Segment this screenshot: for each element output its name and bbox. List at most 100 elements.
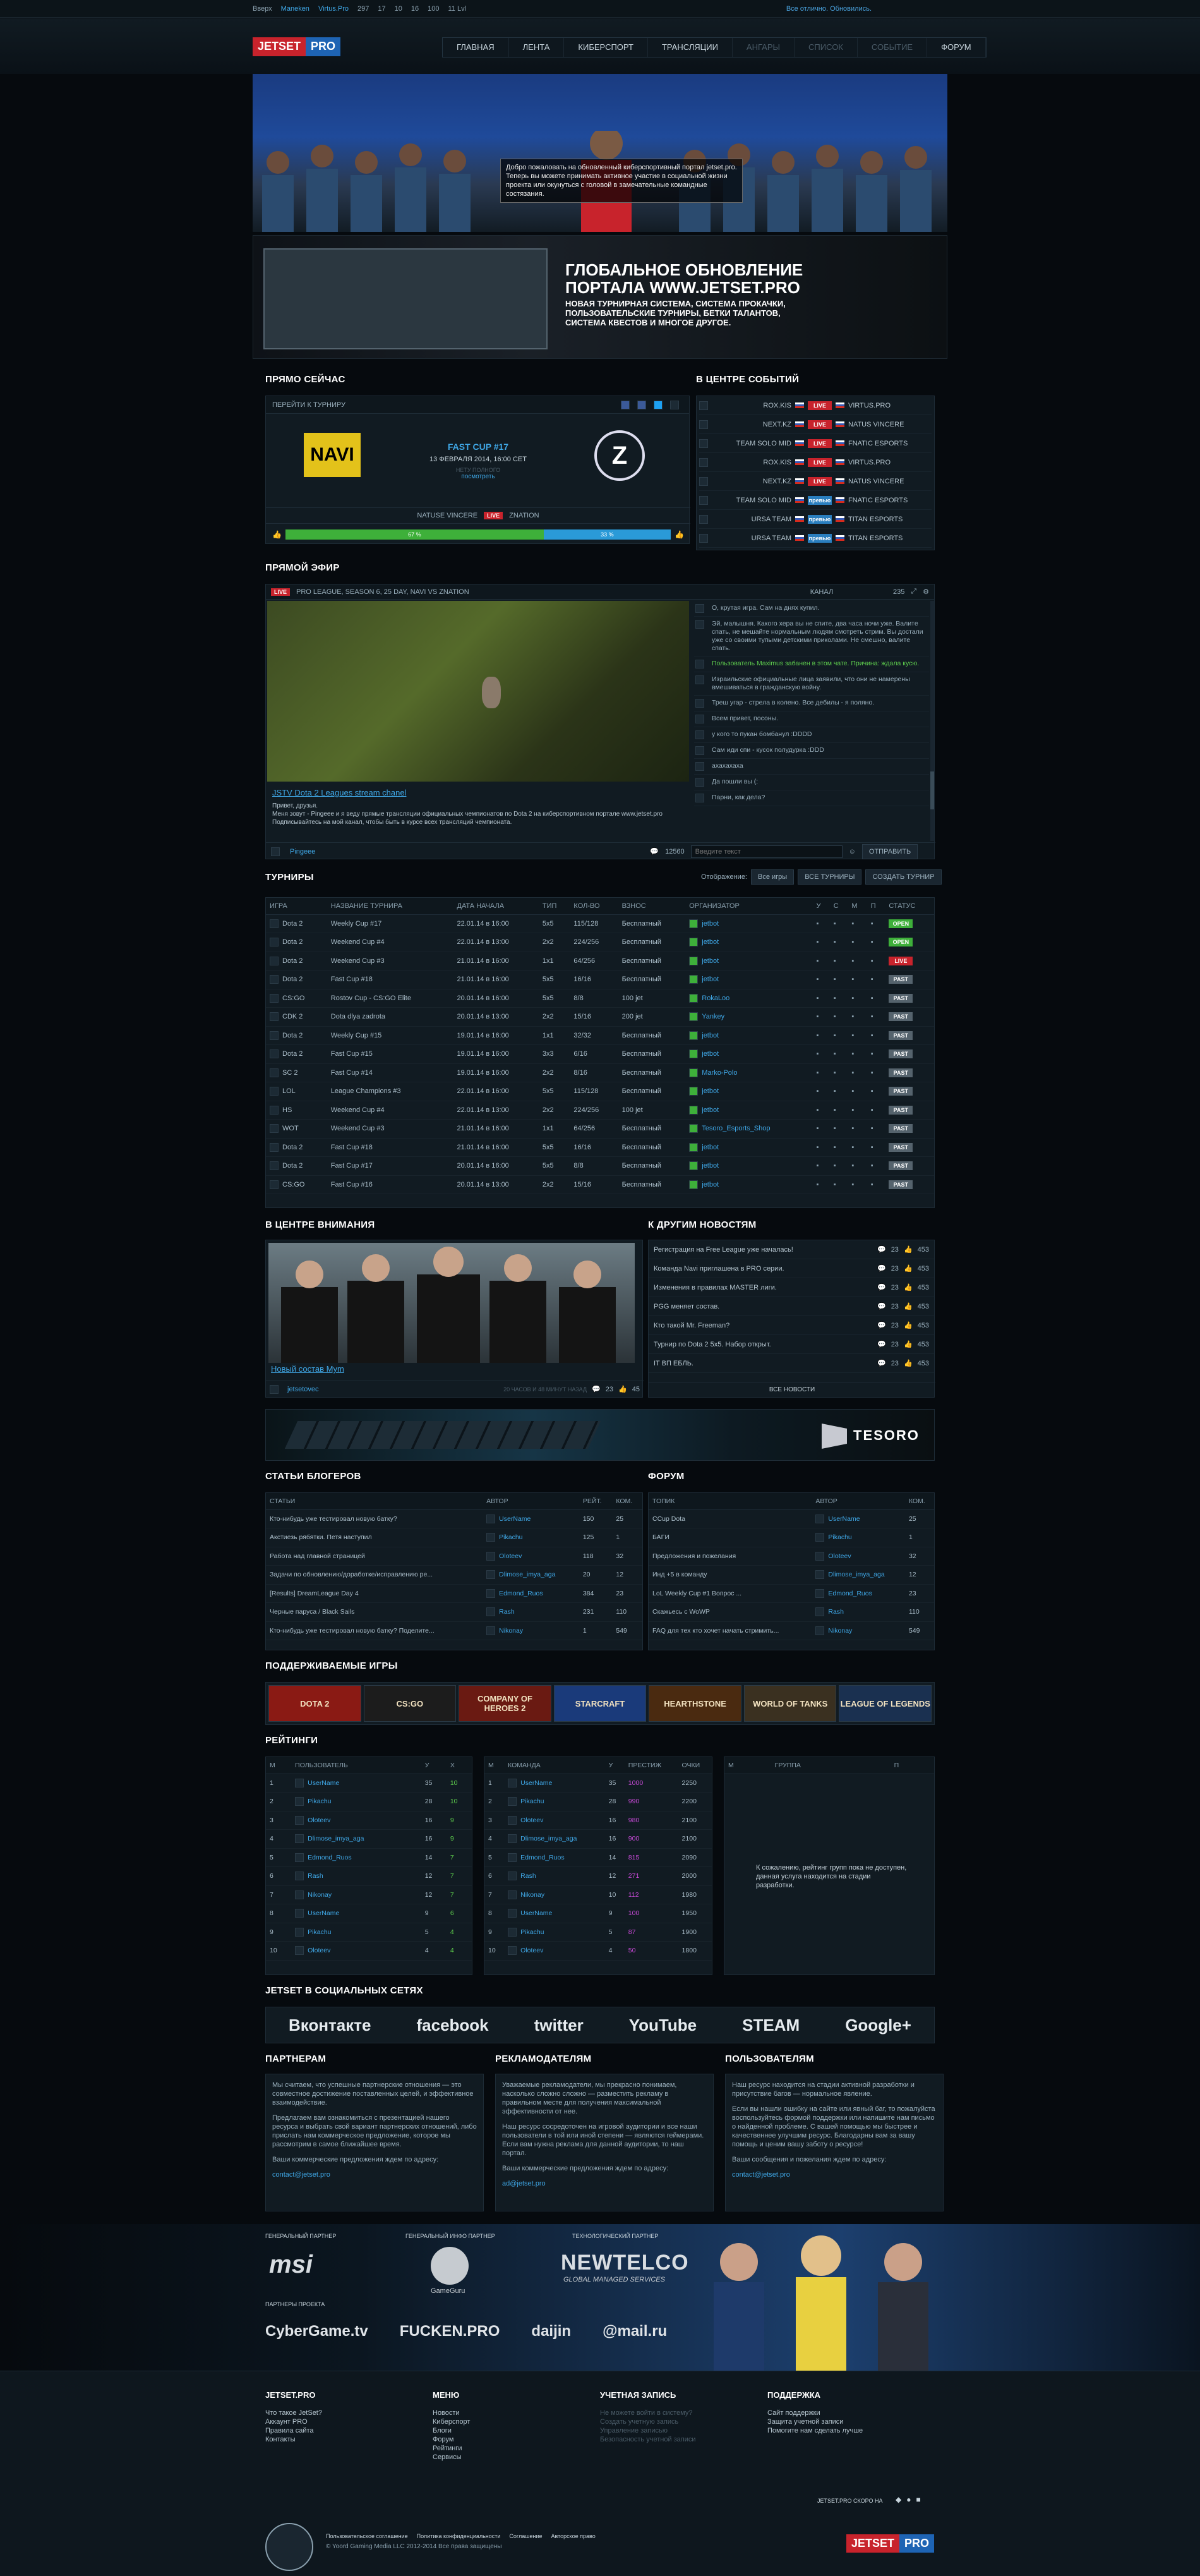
col-header[interactable]: ТОПИК (649, 1493, 812, 1510)
share-other-icon[interactable] (670, 400, 679, 409)
news-title[interactable]: IT ВП ЕБЛЬ. (654, 1360, 872, 1367)
ad-banner[interactable]: TESORO (265, 1409, 935, 1461)
tournament-name[interactable]: Weekly Cup #17 (327, 914, 453, 933)
col-header[interactable]: У (604, 1757, 625, 1774)
tournament-name[interactable]: Rostov Cup - CS:GO Elite (327, 989, 453, 1008)
tournament-row[interactable]: CS:GO Fast Cup #16 20.01.14 в 13:00 2x2 15/1… (266, 1175, 934, 1194)
cell-value[interactable]: Pikachu (499, 1533, 522, 1541)
game-tile[interactable]: WORLD OF TANKS (743, 1685, 837, 1722)
game-tile[interactable]: DOTA 2 (268, 1685, 361, 1722)
vote-right-icon[interactable]: 👍 (675, 530, 684, 539)
grid-icon[interactable]: ▪ (834, 938, 836, 946)
close-icon[interactable]: ▪ (851, 938, 854, 946)
info-email-link[interactable]: contact@jetset.pro (732, 2171, 790, 2179)
tournament-row[interactable]: Dota 2 Fast Cup #17 20.01.14 в 16:00 5x5 8/8… (266, 1156, 934, 1176)
square-icon[interactable]: ▪ (871, 995, 873, 1002)
grid-icon[interactable]: ▪ (834, 1125, 836, 1132)
cup-name[interactable]: FAST CUP #17 (266, 442, 690, 452)
table-row[interactable]: Задачи по обновлению/доработке/исправлен… (266, 1565, 642, 1585)
grid-icon[interactable]: ▪ (834, 995, 836, 1002)
game-tile[interactable]: STARCRAFT (553, 1685, 647, 1722)
tournament-col-header[interactable]: ТИП (538, 898, 570, 915)
tournament-col-header[interactable]: ОРГАНИЗАТОР (685, 898, 813, 915)
user-name[interactable]: Maneken (281, 5, 309, 13)
footer-link[interactable]: Помогите нам сделать лучше (767, 2426, 935, 2435)
tournament-row[interactable]: Dota 2 Fast Cup #15 19.01.14 в 16:00 3x3 6/1… (266, 1044, 934, 1064)
col-header[interactable]: АВТОР (483, 1493, 579, 1510)
tournament-row[interactable]: Dota 2 Weekend Cup #3 21.01.14 в 16:00 1x1 6… (266, 952, 934, 971)
partner-logo[interactable]: daijin (531, 2323, 571, 2340)
table-row[interactable]: 1 UserName 35 10 (266, 1774, 472, 1793)
tournament-name[interactable]: Fast Cup #14 (327, 1063, 453, 1082)
col-header[interactable]: М (266, 1757, 292, 1774)
square-icon[interactable]: ▪ (871, 1144, 873, 1151)
grid-icon[interactable]: ▪ (834, 1087, 836, 1095)
gamepad-icon[interactable]: ▪ (817, 995, 819, 1002)
share-vk-icon[interactable] (621, 400, 630, 409)
gamepad-icon[interactable]: ▪ (817, 1106, 819, 1114)
news-title[interactable]: Изменения в правилах MASTER лиги. (654, 1284, 872, 1291)
chat-input[interactable] (690, 845, 843, 858)
footer-link[interactable]: Что такое JetSet? (265, 2409, 433, 2417)
news-item[interactable]: Регистрация на Free League уже началась!… (649, 1240, 934, 1259)
cell-value[interactable]: Dlimose_imya_aga (308, 1835, 364, 1842)
cell-value[interactable]: Rash (520, 1872, 536, 1880)
tournament-organizer[interactable]: jetbot (685, 1044, 813, 1064)
event-row[interactable]: URSA TEAM превью TITAN ESPORTS (699, 529, 932, 548)
table-row[interactable]: 7 Nikonay 12 7 (266, 1885, 472, 1904)
event-team-b[interactable]: VIRTUS.PRO (848, 459, 891, 466)
footer-legal-link[interactable]: Авторское право (551, 2533, 596, 2539)
event-team-b[interactable]: FNATIC ESPORTS (848, 497, 908, 504)
like-icon[interactable]: 👍 (618, 1385, 627, 1393)
team2-name[interactable]: ZNATION (509, 512, 539, 519)
square-icon[interactable]: ▪ (871, 1106, 873, 1114)
tournament-name[interactable]: Weekly Cup #15 (327, 1026, 453, 1045)
close-icon[interactable]: ▪ (851, 1013, 854, 1020)
user-team[interactable]: Virtus.Pro (318, 5, 349, 13)
table-row[interactable]: 6 Rash 12 7 (266, 1866, 472, 1886)
tournament-name[interactable]: Weekend Cup #3 (327, 952, 453, 971)
all-news-button[interactable]: ВСЕ НОВОСТИ (649, 1382, 935, 1397)
tournament-row[interactable]: SC 2 Fast Cup #14 19.01.14 в 16:00 2x2 8/16 Б… (266, 1063, 934, 1082)
vote-left-icon[interactable]: 👍 (272, 530, 282, 539)
table-row[interactable]: 3 Oloteev 16 9 (266, 1811, 472, 1830)
close-icon[interactable]: ▪ (851, 1144, 854, 1151)
col-header[interactable]: ГРУППА (771, 1757, 891, 1774)
cell-value[interactable]: Nikonay (308, 1891, 332, 1899)
square-icon[interactable]: ▪ (871, 1069, 873, 1077)
organizer-name[interactable]: jetbot (702, 1087, 719, 1095)
nav-home[interactable]: ГЛАВНАЯ (443, 38, 509, 57)
tournament-organizer[interactable]: jetbot (685, 933, 813, 952)
close-icon[interactable]: ▪ (851, 1050, 854, 1058)
msi-logo[interactable]: msi (269, 2251, 313, 2279)
user-avatar[interactable] (695, 699, 704, 708)
col-header[interactable]: КОМ. (904, 1493, 934, 1510)
col-header[interactable]: ПОЛЬЗОВАТЕЛЬ (291, 1757, 421, 1774)
footer-link[interactable]: Управление записью (600, 2426, 767, 2435)
organizer-name[interactable]: Yankey (702, 1013, 724, 1020)
footer-link[interactable]: Сайт поддержки (767, 2409, 935, 2417)
tournament-organizer[interactable]: jetbot (685, 1156, 813, 1176)
footer-link[interactable]: Киберспорт (433, 2417, 600, 2426)
user-avatar[interactable] (695, 715, 704, 723)
tournament-col-header[interactable]: ИГРА (266, 898, 327, 915)
tournament-name[interactable]: Fast Cup #18 (327, 970, 453, 989)
news-title[interactable]: Кто такой Mr. Freeman? (654, 1322, 872, 1329)
tournament-organizer[interactable]: jetbot (685, 914, 813, 933)
close-icon[interactable]: ▪ (851, 976, 854, 983)
gamepad-icon[interactable]: ▪ (817, 938, 819, 946)
tournament-col-header[interactable]: НАЗВАНИЕ ТУРНИРА (327, 898, 453, 915)
square-icon[interactable]: ▪ (871, 1162, 873, 1170)
tournament-name[interactable]: Fast Cup #17 (327, 1156, 453, 1176)
organizer-name[interactable]: jetbot (702, 920, 719, 928)
tournament-row[interactable]: Dota 2 Fast Cup #18 21.01.14 в 16:00 5x5 16/… (266, 1138, 934, 1157)
footer-link[interactable]: Аккаунт PRO (265, 2417, 433, 2426)
col-header[interactable]: АВТОР (812, 1493, 905, 1510)
grid-icon[interactable]: ▪ (834, 1032, 836, 1039)
cell-value[interactable]: UserName (828, 1515, 860, 1523)
close-icon[interactable]: ▪ (851, 1162, 854, 1170)
tournament-organizer[interactable]: jetbot (685, 1026, 813, 1045)
gamepad-icon[interactable]: ▪ (817, 1087, 819, 1095)
focus-caption[interactable]: Новый состав Mym (271, 1364, 344, 1374)
close-icon[interactable]: ▪ (851, 995, 854, 1002)
